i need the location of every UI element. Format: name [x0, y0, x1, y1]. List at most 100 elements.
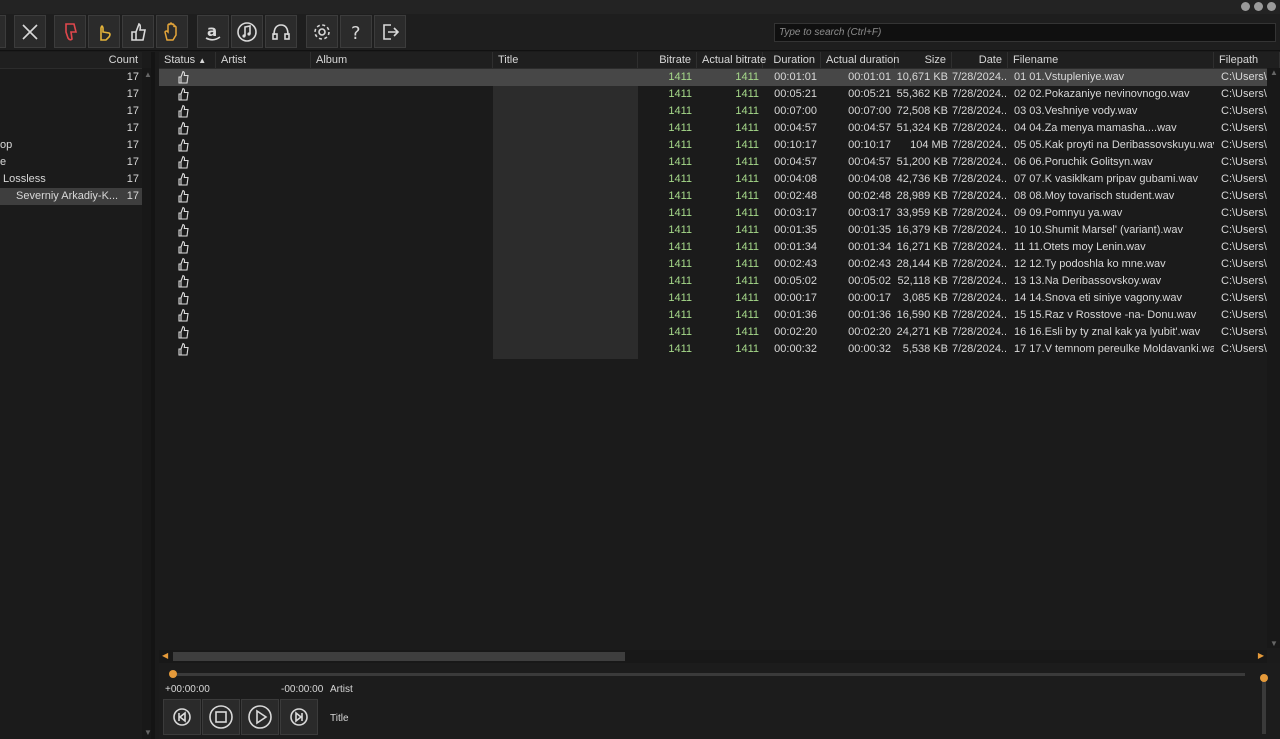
volume-slider[interactable]: [1260, 674, 1268, 734]
search-input[interactable]: Type to search (Ctrl+F): [774, 23, 1276, 42]
table-row[interactable]: 1411 1411 00:05:21 00:05:21 55,362 KB 7/28/20…: [159, 86, 1276, 103]
scroll-down-icon[interactable]: ▼: [144, 728, 152, 737]
scroll-up-icon[interactable]: ▲: [1270, 68, 1278, 77]
cell-duration: 00:04:08: [774, 173, 817, 185]
thumbs-up-icon[interactable]: [176, 325, 190, 339]
tree-item[interactable]: 17: [0, 69, 142, 86]
cell-size: 3,085 KB: [902, 292, 948, 304]
thumbs-up-icon[interactable]: [176, 291, 190, 305]
table-row[interactable]: 1411 1411 00:01:35 00:01:35 16,379 KB 7/28/20…: [159, 222, 1276, 239]
table-row[interactable]: 1411 1411 00:02:48 00:02:48 28,989 KB 7/28/20…: [159, 188, 1276, 205]
music-button[interactable]: [231, 15, 263, 48]
tree-item[interactable]: Lossless 17: [0, 171, 142, 188]
grid-vertical-scrollbar[interactable]: ▲ ▼: [1267, 68, 1280, 648]
tree-scrollbar[interactable]: ▲ ▼: [142, 68, 152, 739]
tree-item[interactable]: 17: [0, 86, 142, 103]
cell-filename: 01 01.Vstupleniye.wav: [1014, 71, 1125, 83]
date-column-header[interactable]: Date: [952, 52, 1008, 68]
help-icon: ?: [351, 23, 361, 43]
scroll-down-icon[interactable]: ▼: [1270, 639, 1278, 648]
seek-handle[interactable]: [169, 670, 177, 678]
thumbs-up-icon[interactable]: [176, 155, 190, 169]
cell-bitrate: 1411: [668, 122, 692, 134]
table-row[interactable]: 1411 1411 00:00:17 00:00:17 3,085 KB 7/28/202…: [159, 290, 1276, 307]
tree-item[interactable]: 17: [0, 103, 142, 120]
thumbs-up-icon[interactable]: [176, 308, 190, 322]
thumbs-up-icon[interactable]: [176, 138, 190, 152]
duration-column-header[interactable]: Duration: [763, 52, 821, 68]
actual-duration-column-header[interactable]: Actual duration: [821, 52, 899, 68]
seek-bar[interactable]: [169, 670, 1245, 678]
thumbs-up-icon[interactable]: [176, 70, 190, 84]
thumbs-up-icon[interactable]: [176, 223, 190, 237]
tree-item[interactable]: e 17: [0, 154, 142, 171]
count-column-header[interactable]: Count: [109, 52, 138, 68]
skip-previous-icon: [173, 708, 191, 726]
help-button[interactable]: ?: [340, 15, 372, 48]
album-column-header[interactable]: Album: [311, 52, 493, 68]
thumbs-down-icon: [65, 22, 78, 41]
table-row[interactable]: 1411 1411 00:04:57 00:04:57 51,200 KB 7/28/20…: [159, 154, 1276, 171]
thumbs-up-icon[interactable]: [176, 274, 190, 288]
previous-button[interactable]: [163, 699, 201, 735]
stop-hand-button[interactable]: [156, 15, 188, 48]
scroll-right-icon[interactable]: ▶: [1258, 651, 1264, 660]
headphones-button[interactable]: [265, 15, 297, 48]
table-row[interactable]: 1411 1411 00:10:17 00:10:17 104 MB 7/28/2024.…: [159, 137, 1276, 154]
table-row[interactable]: 1411 1411 00:05:02 00:05:02 52,118 KB 7/28/20…: [159, 273, 1276, 290]
thumbs-up-icon[interactable]: [176, 104, 190, 118]
close-icon[interactable]: [1267, 2, 1276, 11]
thumbs-up-icon[interactable]: [176, 206, 190, 220]
thumbs-up-icon[interactable]: [176, 121, 190, 135]
maximize-icon[interactable]: [1254, 2, 1263, 11]
horizontal-scroll-thumb[interactable]: [173, 652, 625, 661]
scroll-up-icon[interactable]: ▲: [144, 70, 152, 79]
tree-item-count: 17: [126, 190, 139, 202]
next-button[interactable]: [280, 699, 318, 735]
remove-all-button[interactable]: [14, 15, 46, 48]
bitrate-column-header[interactable]: Bitrate: [638, 52, 697, 68]
table-row[interactable]: 1411 1411 00:03:17 00:03:17 33,959 KB 7/28/20…: [159, 205, 1276, 222]
exit-button[interactable]: [374, 15, 406, 48]
cell-duration: 00:00:17: [774, 292, 817, 304]
table-row[interactable]: 1411 1411 00:02:20 00:02:20 24,271 KB 7/28/20…: [159, 324, 1276, 341]
thumbs-up-icon[interactable]: [176, 257, 190, 271]
filepath-column-header[interactable]: Filepath: [1214, 52, 1280, 68]
play-button[interactable]: [241, 699, 279, 735]
dislike-button[interactable]: [54, 15, 86, 48]
actual-bitrate-column-header[interactable]: Actual bitrate: [697, 52, 766, 68]
amazon-button[interactable]: a: [197, 15, 229, 48]
scroll-left-icon[interactable]: ◀: [162, 651, 168, 660]
table-row[interactable]: 1411 1411 00:07:00 00:07:00 72,508 KB 7/28/20…: [159, 103, 1276, 120]
table-row[interactable]: 1411 1411 00:02:43 00:02:43 28,144 KB 7/28/20…: [159, 256, 1276, 273]
settings-button[interactable]: [306, 15, 338, 48]
toolbar-partial-button[interactable]: [0, 15, 6, 48]
thumbs-up-icon[interactable]: [176, 172, 190, 186]
volume-handle[interactable]: [1260, 674, 1268, 682]
title-column-header[interactable]: Title: [493, 52, 638, 68]
thumbs-up-icon[interactable]: [176, 87, 190, 101]
table-row[interactable]: 1411 1411 00:04:08 00:04:08 42,736 KB 7/28/20…: [159, 171, 1276, 188]
table-row[interactable]: 1411 1411 00:01:34 00:01:34 16,271 KB 7/28/20…: [159, 239, 1276, 256]
neutral-button[interactable]: [88, 15, 120, 48]
thumbs-up-icon[interactable]: [176, 240, 190, 254]
tree-item[interactable]: 17: [0, 120, 142, 137]
stop-button[interactable]: [202, 699, 240, 735]
size-column-header[interactable]: Size: [895, 52, 952, 68]
skip-next-icon: [290, 708, 308, 726]
filename-column-header[interactable]: Filename: [1008, 52, 1214, 68]
artist-column-header[interactable]: Artist: [216, 52, 311, 68]
status-column-header[interactable]: Status ▲: [159, 52, 216, 68]
tree-item[interactable]: op 17: [0, 137, 142, 154]
table-row[interactable]: 1411 1411 00:04:57 00:04:57 51,324 KB 7/28/20…: [159, 120, 1276, 137]
table-row[interactable]: 1411 1411 00:01:01 00:01:01 10,671 KB 7/28/20…: [159, 69, 1276, 86]
table-row[interactable]: 1411 1411 00:00:32 00:00:32 5,538 KB 7/28/202…: [159, 341, 1276, 358]
minimize-icon[interactable]: [1241, 2, 1250, 11]
thumbs-up-icon[interactable]: [176, 189, 190, 203]
like-button[interactable]: [122, 15, 154, 48]
grid-horizontal-scrollbar[interactable]: ◀ ▶: [159, 650, 1267, 663]
tree-item-selected[interactable]: Severniy Arkadiy-K... 17: [0, 188, 142, 205]
thumbs-up-icon[interactable]: [176, 342, 190, 356]
table-row[interactable]: 1411 1411 00:01:36 00:01:36 16,590 KB 7/28/20…: [159, 307, 1276, 324]
cell-abitrate: 1411: [735, 173, 759, 185]
